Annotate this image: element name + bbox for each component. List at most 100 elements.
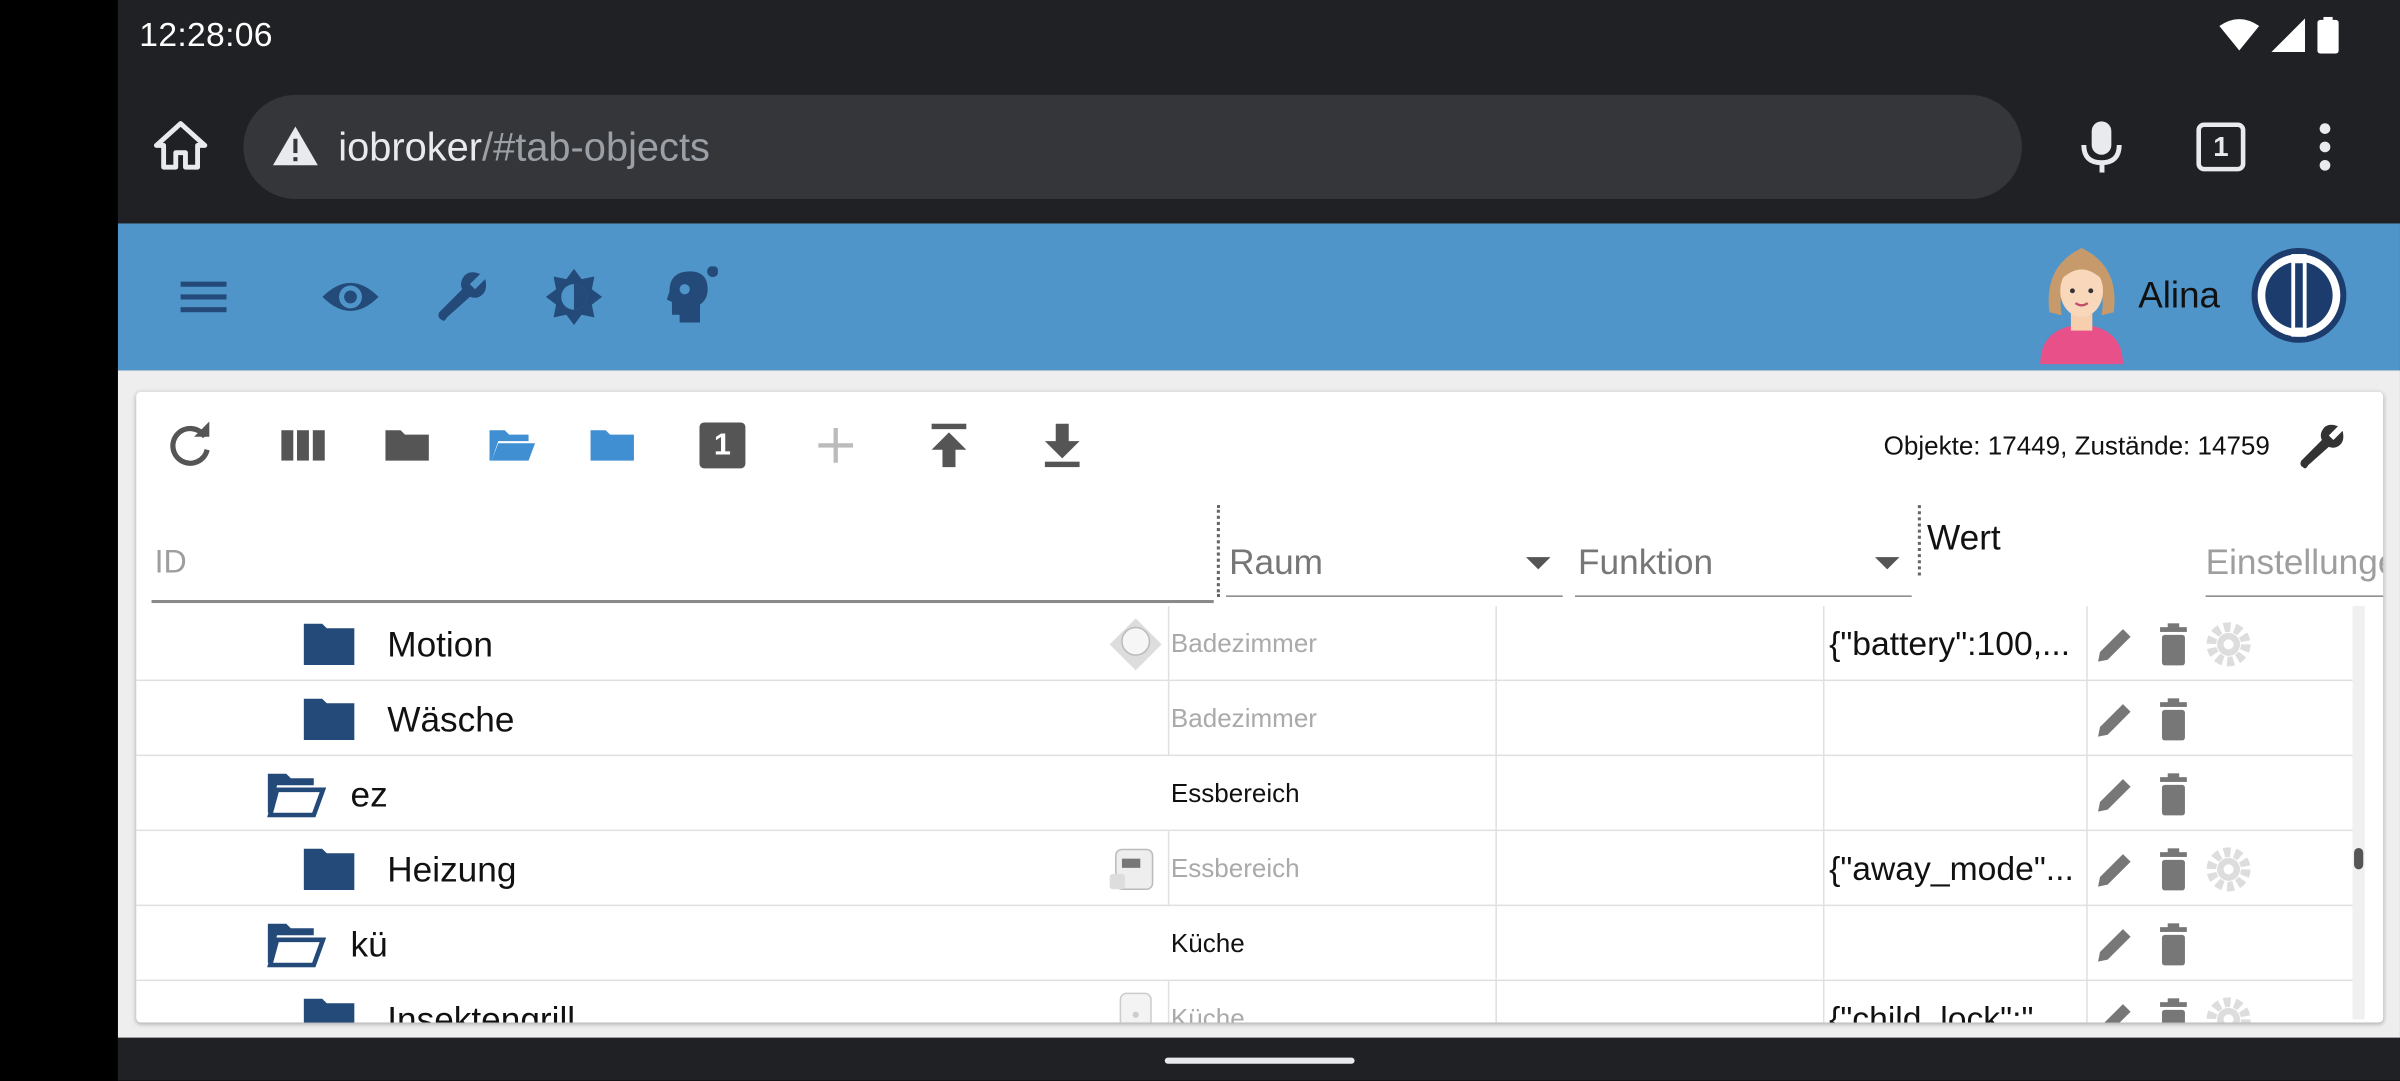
table-row[interactable]: ez Essbereich [136, 756, 2353, 832]
einstellungen-label: Einstellungen [2205, 541, 2384, 582]
home-gesture-pill[interactable] [1164, 1057, 1355, 1064]
settings-wrench-icon[interactable] [2294, 419, 2349, 474]
table-scrollbar[interactable] [2352, 606, 2365, 1020]
home-icon[interactable] [152, 116, 210, 174]
delete-trash-icon[interactable] [2150, 771, 2196, 817]
url-bar[interactable]: iobroker/#tab-objects [243, 94, 2022, 199]
row-name: Wäsche [387, 699, 515, 740]
edit-pencil-icon[interactable] [2092, 921, 2138, 967]
objects-card: 1 Objekte: 17449, Zustände: 14759 ID Rau… [136, 391, 2384, 1023]
table-row[interactable]: Insektengrill Küche {"child_lock":"... [136, 981, 2352, 1023]
microphone-icon[interactable] [2077, 119, 2126, 174]
delete-trash-icon[interactable] [2150, 621, 2196, 667]
download-icon[interactable] [1036, 419, 1088, 471]
cell-divider [1495, 906, 1497, 982]
status-bar: 12:28:06 [118, 0, 2400, 70]
edit-pencil-icon[interactable] [2092, 846, 2138, 892]
id-placeholder: ID [154, 544, 187, 581]
row-wert[interactable]: {"away_mode"... [1829, 849, 2086, 889]
id-filter-input[interactable]: ID [151, 505, 1214, 604]
folder-open-icon[interactable] [265, 771, 327, 818]
row-name: ez [350, 774, 388, 815]
phone-screen: 12:28:06 iobroker/#tab-objects 1 Alina 1… [117, 0, 2400, 1081]
cell-divider [2086, 906, 2088, 982]
raum-filter-select[interactable]: Raum [1226, 505, 1563, 603]
funktion-filter-select[interactable]: Funktion [1574, 505, 1912, 603]
folder-icon[interactable] [302, 996, 357, 1023]
cell-divider [1822, 981, 1825, 1023]
eye-icon[interactable] [320, 266, 381, 327]
brightness-icon[interactable] [543, 266, 604, 327]
chevron-down-icon [1526, 557, 1551, 570]
user-name[interactable]: Alina [2138, 276, 2220, 319]
objects-toolbar: 1 Objekte: 17449, Zustände: 14759 [136, 392, 2383, 496]
edit-pencil-icon[interactable] [2092, 996, 2138, 1023]
url-path: /#tab-objects [482, 123, 710, 170]
cell-divider [2086, 756, 2088, 832]
folder-expand-icon[interactable] [586, 419, 638, 471]
table-row[interactable]: Motion Badezimmer {"battery":100,... [136, 606, 2353, 682]
gear-icon[interactable] [2206, 621, 2252, 667]
thermostat-icon [1109, 848, 1154, 891]
delete-trash-icon[interactable] [2150, 996, 2196, 1023]
cell-divider [1822, 681, 1825, 757]
user-avatar[interactable] [2031, 236, 2132, 365]
row-raum: Essbereich [1170, 779, 1300, 809]
iobroker-logo-icon[interactable] [2251, 247, 2347, 343]
cell-divider [1167, 981, 1170, 1023]
folder-open-icon[interactable] [265, 921, 327, 968]
hamburger-menu-icon[interactable] [173, 266, 234, 327]
depth-badge-button[interactable]: 1 [699, 422, 746, 469]
row-raum: Badezimmer [1170, 704, 1317, 734]
table-row[interactable]: Heizung Essbereich {"away_mode"... [136, 831, 2353, 907]
wrench-icon[interactable] [432, 266, 493, 327]
cell-divider [1495, 981, 1497, 1023]
edit-pencil-icon[interactable] [2092, 771, 2138, 817]
table-row[interactable]: kü Küche [136, 906, 2353, 982]
column-resizer[interactable] [1216, 505, 1220, 597]
refresh-icon[interactable] [164, 419, 216, 471]
row-name: Heizung [387, 849, 517, 890]
row-wert[interactable]: {"child_lock":"... [1829, 999, 2086, 1022]
folder-collapse-icon[interactable] [381, 419, 433, 471]
row-wert[interactable]: {"battery":100,... [1829, 624, 2086, 664]
row-raum: Küche [1170, 929, 1245, 959]
chevron-down-icon [1874, 557, 1900, 570]
cell-divider [2086, 981, 2088, 1023]
folder-open-icon[interactable] [485, 419, 537, 471]
expert-mode-icon[interactable] [657, 266, 718, 327]
url-text[interactable]: iobroker/#tab-objects [338, 124, 710, 171]
delete-trash-icon[interactable] [2150, 921, 2196, 967]
upload-icon[interactable] [923, 419, 975, 471]
overflow-menu-icon[interactable] [2310, 119, 2341, 174]
battery-icon [2317, 16, 2339, 54]
warning-icon[interactable] [271, 122, 320, 171]
scrollbar-thumb[interactable] [2354, 847, 2364, 870]
folder-icon[interactable] [302, 696, 357, 742]
cell-divider [1495, 606, 1497, 682]
cell-divider [2086, 831, 2088, 907]
add-icon[interactable] [810, 419, 862, 471]
status-icons [2219, 16, 2339, 54]
gear-icon[interactable] [2206, 846, 2252, 892]
einstellungen-underline [2205, 595, 2384, 597]
columns-icon[interactable] [277, 419, 329, 471]
gear-icon[interactable] [2206, 996, 2252, 1023]
row-name: Motion [387, 624, 493, 665]
folder-icon[interactable] [302, 846, 357, 892]
einstellungen-filter[interactable]: Einstellungen [2205, 505, 2384, 603]
folder-icon[interactable] [302, 621, 357, 667]
cell-divider [1822, 831, 1825, 907]
funktion-label: Funktion [1578, 541, 1714, 582]
row-raum: Badezimmer [1170, 629, 1317, 659]
funktion-underline [1574, 595, 1912, 597]
left-black-bar [0, 0, 118, 1081]
column-resizer[interactable] [1917, 505, 1921, 576]
motion-sensor-icon [1109, 618, 1162, 671]
table-row[interactable]: Wäsche Badezimmer [136, 681, 2353, 757]
delete-trash-icon[interactable] [2150, 696, 2196, 742]
edit-pencil-icon[interactable] [2092, 621, 2138, 667]
edit-pencil-icon[interactable] [2092, 696, 2138, 742]
delete-trash-icon[interactable] [2150, 846, 2196, 892]
tab-switcher-button[interactable]: 1 [2196, 122, 2246, 172]
